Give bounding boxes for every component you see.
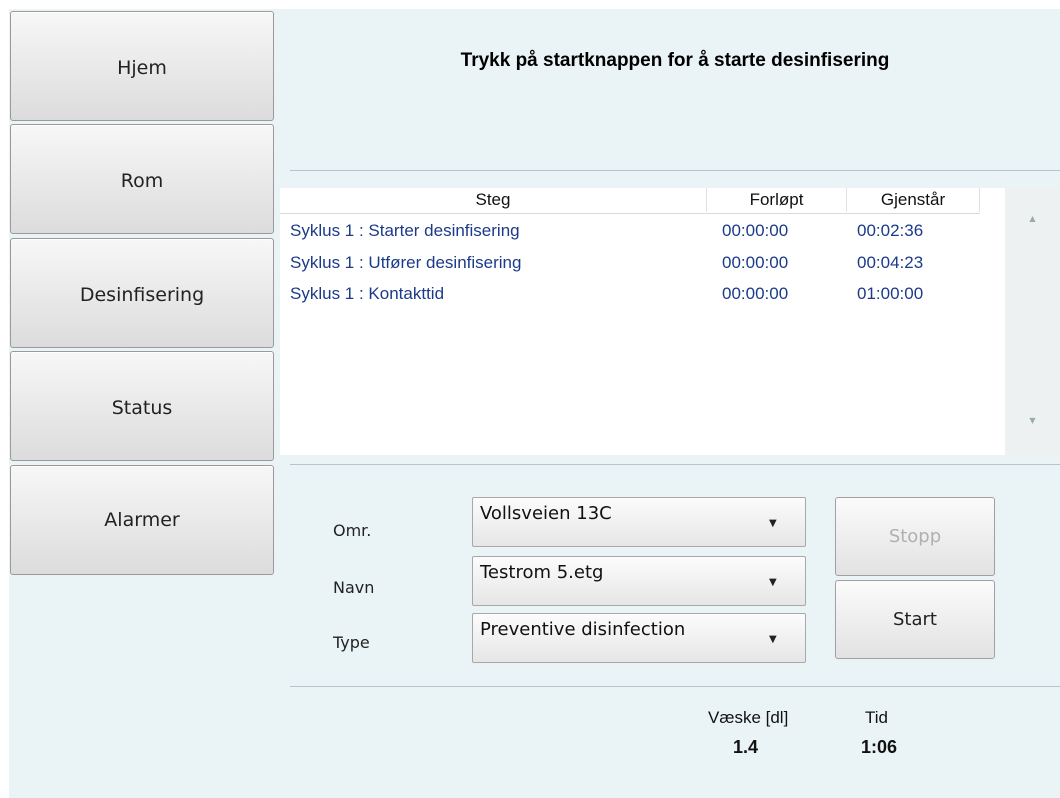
table-scrollbar[interactable]: ▲ ▼ xyxy=(1005,188,1060,455)
type-dropdown-value: Preventive disinfection xyxy=(480,619,686,640)
header-divider xyxy=(280,213,980,214)
row-2-step[interactable]: Syklus 1 : Utfører desinfisering xyxy=(290,253,521,273)
start-button-label: Start xyxy=(893,609,937,630)
chevron-down-icon: ▼ xyxy=(769,634,777,645)
nav-button-hjem[interactable]: Hjem xyxy=(10,11,274,121)
name-dropdown[interactable]: Testrom 5.etg ▼ xyxy=(472,556,806,606)
nav-button-label: Rom xyxy=(120,170,164,192)
stop-button-label: Stopp xyxy=(888,526,942,547)
nav-button-label: Alarmer xyxy=(104,509,180,531)
nav-button-label: Status xyxy=(111,397,173,419)
chevron-down-icon: ▼ xyxy=(769,577,777,588)
liquid-value: 1.4 xyxy=(733,737,759,757)
divider xyxy=(290,170,1060,171)
row-1-step[interactable]: Syklus 1 : Starter desinfisering xyxy=(290,221,520,241)
page-title: Trykk på startknappen for å starte desin… xyxy=(460,50,890,71)
area-dropdown[interactable]: Vollsveien 13C ▼ xyxy=(472,497,806,547)
type-label: Type xyxy=(333,633,370,652)
row-1-remaining: 00:02:36 xyxy=(857,221,924,240)
chevron-down-icon: ▼ xyxy=(769,518,777,529)
name-label: Navn xyxy=(333,578,375,597)
divider xyxy=(290,686,1060,687)
liquid-label: Væske [dl] xyxy=(708,708,789,727)
start-button[interactable]: Start xyxy=(835,580,995,659)
row-3-elapsed: 00:00:00 xyxy=(722,284,789,303)
column-header-remaining[interactable]: Gjenstår xyxy=(847,188,980,212)
time-label: Tid xyxy=(865,708,888,727)
type-dropdown[interactable]: Preventive disinfection ▼ xyxy=(472,613,806,663)
scroll-up-icon[interactable]: ▲ xyxy=(1005,214,1060,223)
row-2-elapsed: 00:00:00 xyxy=(722,253,789,272)
name-dropdown-value: Testrom 5.etg xyxy=(480,562,604,583)
column-header-elapsed[interactable]: Forløpt xyxy=(707,188,847,212)
column-header-step[interactable]: Steg xyxy=(280,188,707,212)
area-label: Omr. xyxy=(333,521,372,540)
row-3-step[interactable]: Syklus 1 : Kontakttid xyxy=(290,284,444,304)
row-1-elapsed: 00:00:00 xyxy=(722,221,789,240)
nav-button-label: Desinfisering xyxy=(79,284,205,306)
area-dropdown-value: Vollsveien 13C xyxy=(480,503,612,524)
row-2-remaining: 00:04:23 xyxy=(857,253,924,272)
nav-button-status[interactable]: Status xyxy=(10,351,274,461)
time-value: 1:06 xyxy=(861,737,898,757)
divider xyxy=(290,464,1060,465)
nav-button-label: Hjem xyxy=(117,57,167,79)
scroll-down-icon[interactable]: ▼ xyxy=(1005,416,1060,425)
steps-table[interactable]: Steg Forløpt Gjenstår Syklus 1 : Starter… xyxy=(280,188,1005,455)
nav-button-rom[interactable]: Rom xyxy=(10,124,274,234)
stop-button[interactable]: Stopp xyxy=(835,497,995,576)
nav-button-desinfisering[interactable]: Desinfisering xyxy=(10,238,274,348)
nav-button-alarmer[interactable]: Alarmer xyxy=(10,465,274,575)
row-3-remaining: 01:00:00 xyxy=(857,284,924,303)
